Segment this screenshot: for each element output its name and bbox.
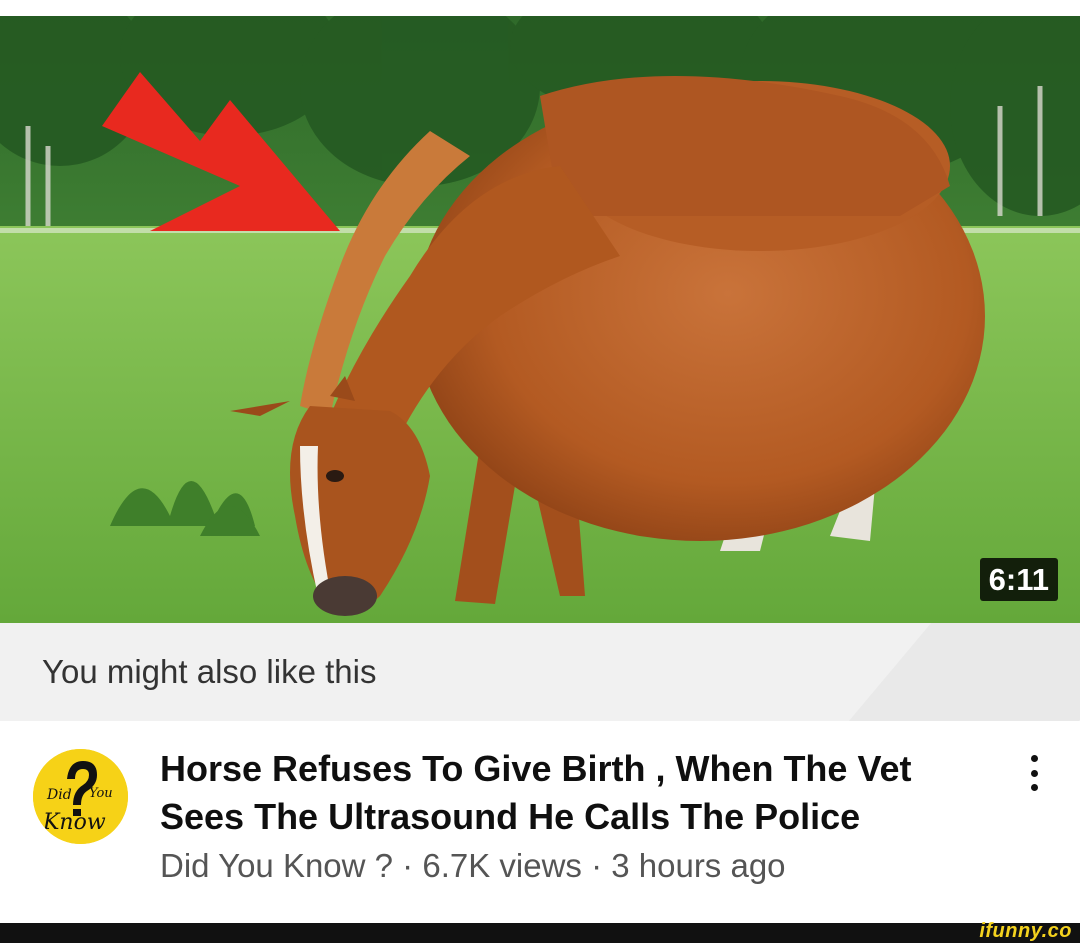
svg-text:Know: Know <box>42 810 106 835</box>
did-you-know-logo-icon: Did You Know <box>33 749 128 844</box>
kebab-dot <box>1030 769 1038 777</box>
kebab-dot <box>1030 784 1038 791</box>
video-title[interactable]: Horse Refuses To Give Birth , When The V… <box>160 745 960 841</box>
video-thumbnail[interactable]: 6:11 <box>0 16 1080 623</box>
video-metadata: Did You Know ? · 6.7K views · 3 hours ag… <box>160 847 786 884</box>
ifunny-watermark: ifunny.co <box>979 920 1072 942</box>
more-vert-icon[interactable] <box>1018 749 1050 797</box>
svg-text:Did: Did <box>46 787 72 803</box>
thumbnail-image <box>0 16 1080 623</box>
channel-avatar[interactable]: Did You Know <box>33 749 128 844</box>
video-title-line-1: Horse Refuses To Give Birth , When The V… <box>160 748 912 789</box>
banner-label: You might also like this <box>42 653 377 690</box>
kebab-dot <box>1030 755 1038 762</box>
video-duration-badge: 6:11 <box>979 558 1058 601</box>
svg-text:You: You <box>89 786 113 801</box>
video-title-line-2: Sees The Ultrasound He Calls The Police <box>160 796 861 837</box>
video-info-row[interactable]: Did You Know Horse Refuses To Give Birth… <box>0 721 1080 923</box>
banner-decoration <box>848 623 1080 721</box>
watermark-bar: ifunny.co <box>0 920 1080 943</box>
recommendation-banner: You might also like this <box>0 623 1080 721</box>
